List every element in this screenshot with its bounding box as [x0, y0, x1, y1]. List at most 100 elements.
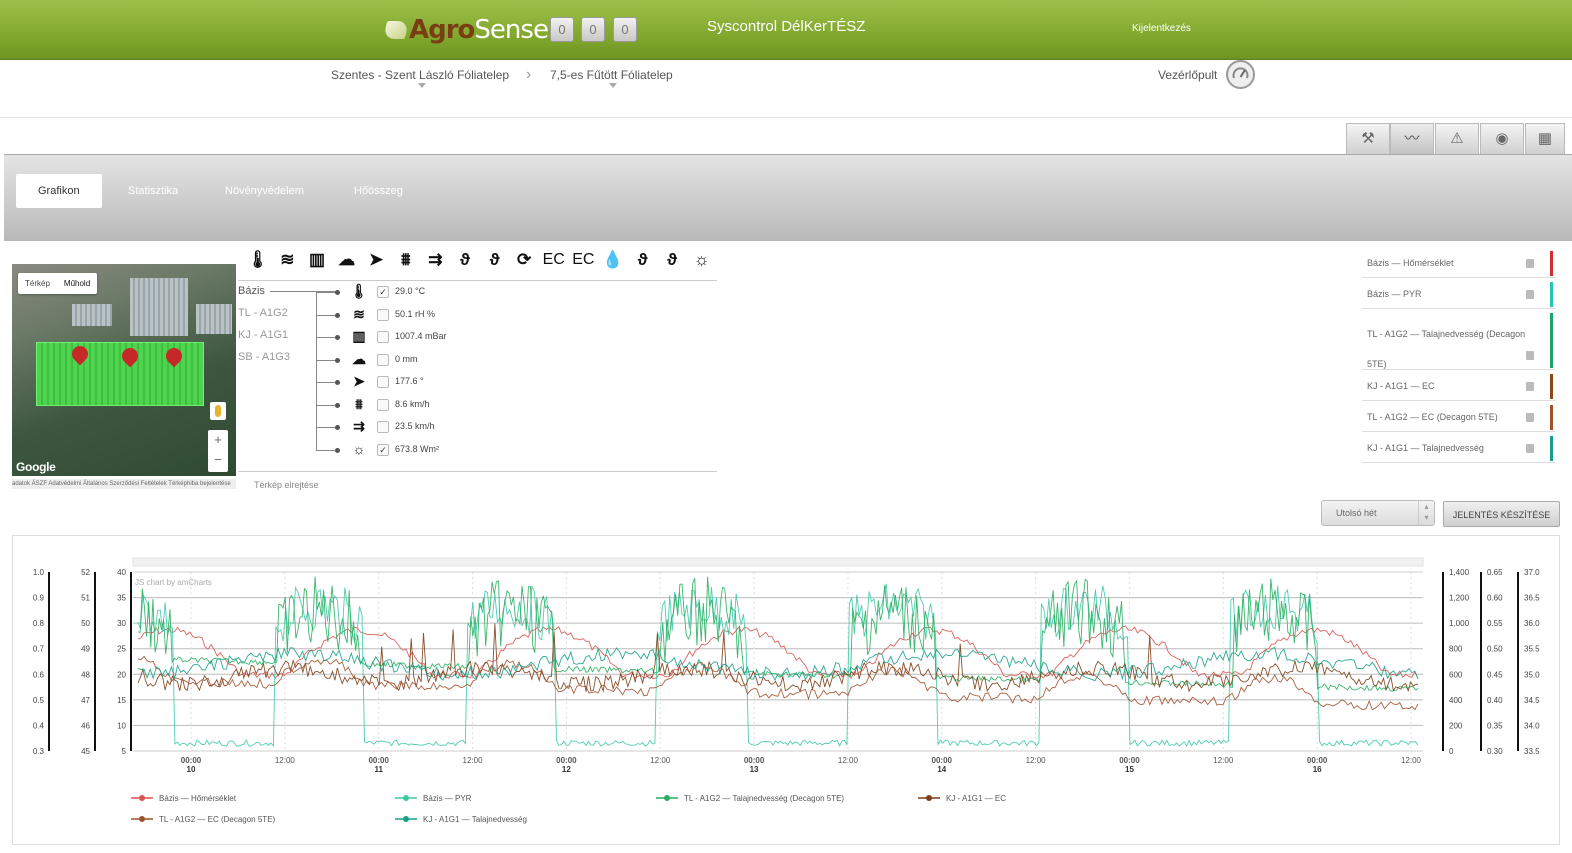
measurement-checkbox[interactable]: [377, 376, 389, 388]
legend-label[interactable]: TL - A1G2 — Talajnedvesség (Decagon 5TE): [684, 794, 844, 803]
wind-direction-icon[interactable]: ➤: [361, 246, 391, 273]
chart-scrollbar[interactable]: [132, 557, 1424, 567]
counter-2[interactable]: 0: [581, 17, 605, 42]
soil-temp2-icon[interactable]: ϑ: [628, 246, 658, 273]
station-sb-a1g3[interactable]: SB - A1G3: [238, 351, 290, 363]
y-tick-label: 15: [117, 696, 126, 705]
map-type-terkep[interactable]: Térkép: [18, 273, 57, 294]
legend-label[interactable]: KJ - A1G1 — EC: [946, 794, 1006, 803]
legend-marker[interactable]: [139, 816, 145, 822]
thermometer-icon[interactable]: 🌡: [243, 246, 273, 273]
zoom-in-button[interactable]: +: [208, 430, 228, 450]
selected-series-item: Bázis — Hőmérséklet: [1362, 249, 1555, 278]
soil-moisture2-icon[interactable]: ϑ: [657, 246, 687, 273]
measurement-checkbox[interactable]: [377, 308, 389, 321]
y-tick-label: 1.0: [33, 568, 45, 577]
legend-label[interactable]: KJ - A1G1 — Talajnedvesség: [423, 815, 527, 824]
drop-ec-icon[interactable]: 💧: [598, 246, 628, 273]
y-tick-label: 600: [1449, 670, 1463, 679]
counter-1[interactable]: 0: [550, 17, 574, 42]
counter-3[interactable]: 0: [613, 17, 637, 42]
dashboard-label[interactable]: Vezérlőpult: [1158, 68, 1217, 82]
target-icon[interactable]: ◉: [1480, 123, 1524, 155]
chevron-down-icon[interactable]: [609, 83, 617, 88]
x-tick-label: 10: [187, 765, 196, 774]
station-bazis[interactable]: Bázis: [238, 285, 265, 297]
line-chart[interactable]: 00:001012:00 00:001112:00 00:001212:00 00:0…: [13, 536, 1561, 846]
chart-credit[interactable]: JS chart by amCharts: [135, 578, 212, 587]
measurement-checkbox[interactable]: [377, 398, 389, 411]
trash-icon[interactable]: [1526, 351, 1534, 360]
rain-cloud-icon[interactable]: ☁: [332, 246, 362, 273]
legend-label[interactable]: Bázis — PYR: [423, 794, 472, 803]
wind-gust-icon[interactable]: ⩩: [391, 246, 421, 273]
tab-hoosszeg[interactable]: Hőösszeg: [332, 174, 425, 208]
station-tl-a1g2[interactable]: TL - A1G2: [238, 307, 288, 319]
report-button[interactable]: JELENTÉS KÉSZÍTÉSE: [1443, 501, 1560, 527]
trash-icon[interactable]: [1526, 382, 1534, 391]
tab-grafikon[interactable]: Grafikon: [16, 174, 102, 208]
trash-icon[interactable]: [1526, 290, 1534, 299]
pressure-icon[interactable]: ▥: [302, 246, 332, 273]
tab-novenyvedelem[interactable]: Növényvédelem: [203, 174, 326, 208]
legend-label[interactable]: TL - A1G2 — EC (Decagon 5TE): [159, 815, 276, 824]
map-footer[interactable]: adatok ÁSZF Adatvédelmi Általános Szerző…: [12, 479, 236, 489]
legend-marker[interactable]: [403, 816, 409, 822]
chevron-down-icon[interactable]: [418, 83, 426, 88]
wind-speed-icon[interactable]: ⇉: [421, 246, 451, 273]
soil-temp-icon[interactable]: ϑ: [450, 246, 480, 273]
measurement-checkbox[interactable]: [377, 353, 389, 366]
trash-icon[interactable]: [1526, 259, 1534, 268]
y-tick-label: 35: [117, 594, 126, 603]
humidity-waves-icon[interactable]: ≋: [273, 246, 303, 273]
measurement-checkbox[interactable]: [377, 331, 389, 343]
zoom-out-button[interactable]: −: [208, 450, 228, 470]
legend-marker[interactable]: [926, 795, 932, 801]
rain-icon: ☁: [352, 350, 366, 367]
breadcrumb-location[interactable]: 7,5-es Fűtött Fóliatelep: [550, 68, 673, 82]
x-tick-label: 12:00: [463, 756, 484, 765]
hide-map-link[interactable]: Térkép elrejtése: [254, 480, 319, 490]
legend-marker[interactable]: [139, 795, 145, 801]
logout-link[interactable]: Kijelentkezés: [1132, 23, 1191, 34]
legend-marker[interactable]: [664, 795, 670, 801]
y-tick-label: 45: [81, 747, 90, 756]
dashboard-gauge-icon[interactable]: [1226, 60, 1255, 89]
leaf-wetness-icon[interactable]: ⟳: [509, 246, 539, 273]
breadcrumb-site[interactable]: Szentes - Szent László Fóliatelep: [331, 68, 509, 82]
series-color-swatch: [1550, 313, 1553, 368]
graph-icon[interactable]: 〰: [1390, 123, 1434, 155]
measurement-checkbox[interactable]: [377, 421, 389, 433]
measurement-checkbox[interactable]: ✓: [377, 443, 389, 456]
legend-label[interactable]: Bázis — Hőmérséklet: [159, 794, 237, 803]
alert-icon[interactable]: ⚠: [1435, 123, 1479, 155]
satellite-map[interactable]: Térkép Műhold + − Google: [12, 264, 236, 476]
series-line[interactable]: [137, 655, 1419, 711]
wrench-icon[interactable]: ⚒: [1346, 123, 1390, 155]
measurement-value: 23.5 km/h: [395, 421, 435, 431]
map-zoom-control: + −: [208, 430, 228, 472]
logo[interactable]: Agro Sense: [382, 12, 549, 48]
trash-icon[interactable]: [1526, 413, 1534, 422]
grid-icon[interactable]: ▦: [1525, 123, 1565, 155]
ec2-icon[interactable]: EC: [569, 246, 599, 273]
y-tick-label: 48: [81, 670, 90, 679]
y-tick-label: 33.5: [1524, 747, 1540, 756]
period-select[interactable]: Utolsó hét ▴ ▾: [1321, 500, 1435, 526]
legend-marker[interactable]: [403, 795, 409, 801]
y-tick-label: 800: [1449, 645, 1463, 654]
x-tick-label: 15: [1125, 765, 1134, 774]
soil-moisture-icon[interactable]: ϑ: [480, 246, 510, 273]
street-view-pegman-icon[interactable]: [210, 402, 226, 420]
map-type-muhold[interactable]: Műhold: [57, 273, 97, 294]
series-color-swatch: [1550, 436, 1553, 461]
station-kj-a1g1[interactable]: KJ - A1G1: [238, 329, 288, 341]
ec-icon[interactable]: EC: [539, 246, 569, 273]
measurement-checkbox[interactable]: ✓: [377, 286, 389, 298]
tab-statisztika[interactable]: Statisztika: [106, 174, 200, 208]
x-tick-label: 00:00: [1119, 756, 1140, 765]
x-tick-label: 13: [750, 765, 759, 774]
selected-series-item: TL - A1G2 — EC (Decagon 5TE): [1362, 403, 1555, 432]
sun-icon[interactable]: ☼: [687, 246, 717, 273]
trash-icon[interactable]: [1526, 444, 1534, 453]
